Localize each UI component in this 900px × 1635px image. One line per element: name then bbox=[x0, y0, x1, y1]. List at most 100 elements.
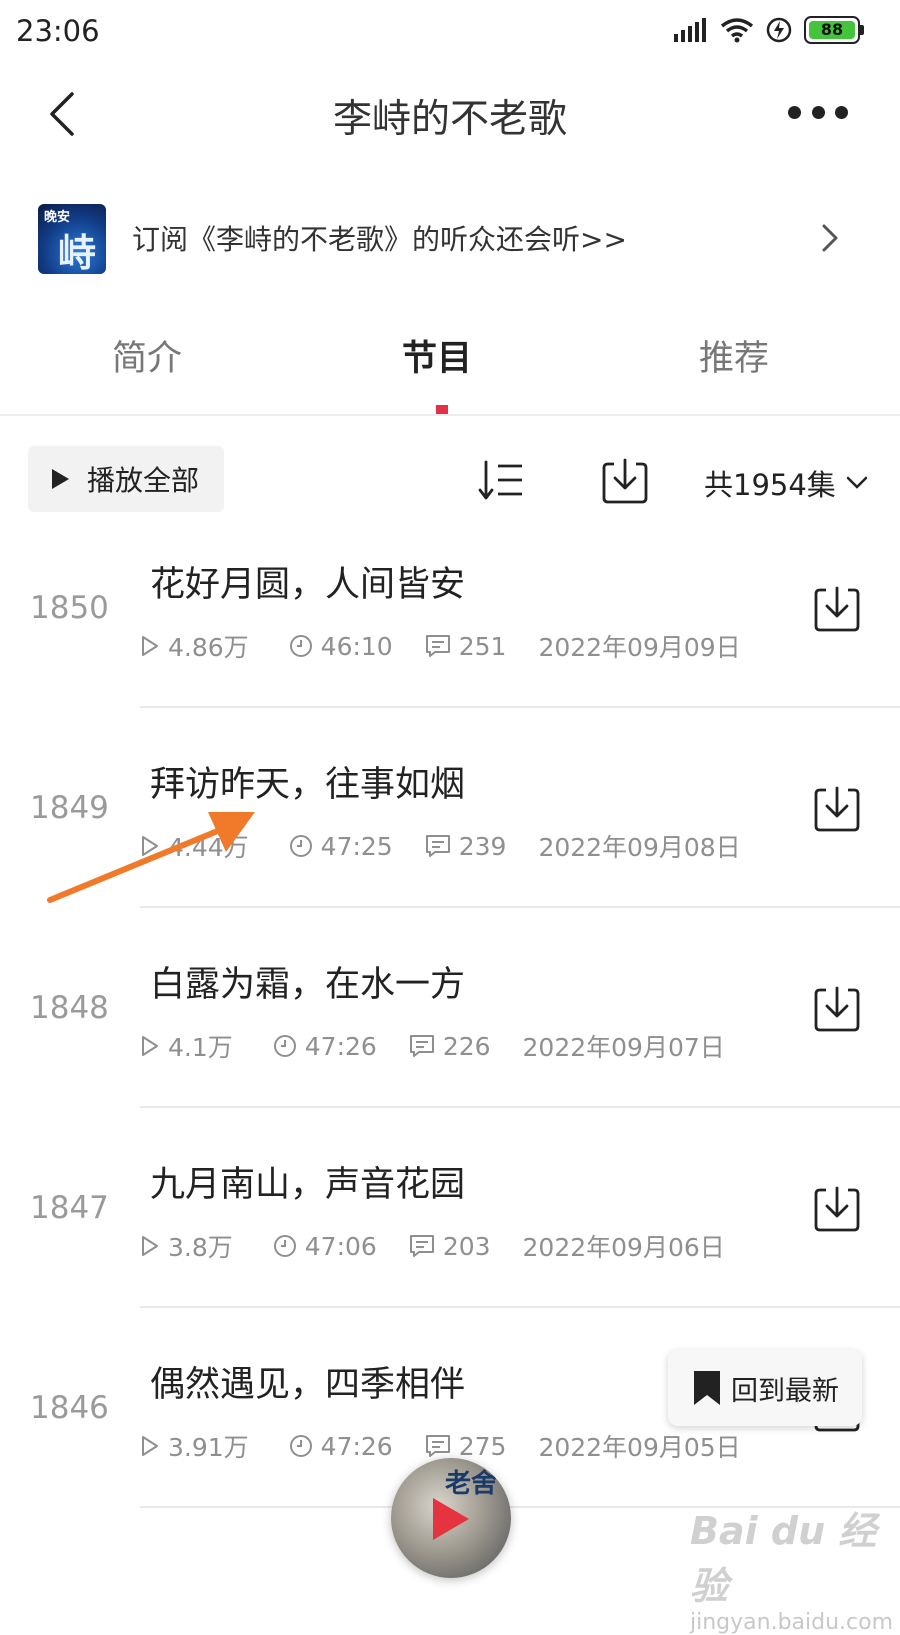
page-title: 李峙的不老歌 bbox=[332, 97, 567, 142]
comment-icon bbox=[425, 1435, 450, 1457]
play-count-icon bbox=[142, 1436, 158, 1456]
play-icon bbox=[433, 1498, 469, 1540]
download-icon bbox=[814, 986, 860, 1032]
episode-download-button[interactable] bbox=[812, 784, 862, 834]
episode-row[interactable]: 1848 白露为霜，在水一方 4.1万 47:26 226 2022年09月07日 bbox=[0, 908, 900, 1108]
tab-active-indicator bbox=[436, 405, 448, 414]
more-dot-icon bbox=[788, 105, 801, 119]
comment-count: 203 bbox=[409, 1232, 491, 1261]
publish-date: 2022年09月09日 bbox=[538, 633, 741, 662]
episode-meta: 3.8万 47:06 203 2022年09月06日 bbox=[140, 1228, 725, 1264]
tab-divider bbox=[0, 414, 900, 416]
recommend-text: 订阅《李峙的不老歌》的听众还会听>> bbox=[132, 223, 627, 256]
episode-title[interactable]: 拜访昨天，往事如烟 bbox=[150, 756, 465, 807]
tab-episodes[interactable]: 节目 bbox=[402, 330, 472, 381]
comment-icon bbox=[425, 635, 450, 657]
download-icon bbox=[814, 1186, 860, 1232]
episode-download-button[interactable] bbox=[812, 984, 862, 1034]
download-icon bbox=[814, 786, 860, 832]
play-count: 4.44万 bbox=[140, 828, 249, 864]
clock-icon bbox=[273, 1035, 296, 1057]
status-icons: 88 bbox=[674, 12, 864, 48]
episode-number: 1846 bbox=[30, 1390, 109, 1426]
recommend-cover-image: 晚安 峙 bbox=[38, 204, 106, 274]
mini-player[interactable]: 老舍 bbox=[391, 1458, 511, 1578]
play-count-icon bbox=[142, 1036, 158, 1056]
more-dot-icon bbox=[835, 105, 848, 119]
episode-number: 1848 bbox=[30, 990, 109, 1026]
episode-number: 1850 bbox=[30, 590, 109, 626]
play-count: 3.8万 bbox=[140, 1228, 233, 1264]
signal-icon bbox=[674, 18, 706, 42]
episode-download-button[interactable] bbox=[812, 1184, 862, 1234]
comment-count: 226 bbox=[409, 1032, 491, 1061]
episode-title[interactable]: 偶然遇见，四季相伴 bbox=[150, 1356, 465, 1407]
duration: 47:26 bbox=[289, 1432, 393, 1461]
publish-date: 2022年09月08日 bbox=[538, 833, 741, 862]
publish-date: 2022年09月06日 bbox=[522, 1233, 725, 1262]
cover-big-text: 峙 bbox=[58, 231, 97, 274]
back-to-latest-label: 回到最新 bbox=[731, 1375, 839, 1407]
chevron-down-icon bbox=[846, 476, 868, 489]
status-time: 23:06 bbox=[16, 14, 100, 48]
batch-download-button[interactable] bbox=[600, 456, 650, 506]
episode-row[interactable]: 1850 花好月圆，人间皆安 4.86万 46:10 251 2022年09月09日 bbox=[0, 508, 900, 708]
episode-row[interactable]: 1847 九月南山，声音花园 3.8万 47:06 203 2022年09月06日 bbox=[0, 1108, 900, 1308]
play-all-label: 播放全部 bbox=[87, 464, 200, 497]
chevron-right-icon bbox=[822, 224, 838, 252]
play-count-icon bbox=[142, 836, 158, 856]
recommend-banner[interactable]: 晚安 峙 订阅《李峙的不老歌》的听众还会听>> bbox=[0, 196, 900, 284]
publish-date: 2022年09月05日 bbox=[538, 1433, 741, 1462]
episode-count-dropdown[interactable]: 共1954集 bbox=[704, 462, 868, 504]
sort-button[interactable] bbox=[478, 458, 528, 504]
sort-order-icon bbox=[478, 460, 522, 500]
back-to-latest-button[interactable]: 回到最新 bbox=[668, 1350, 862, 1426]
duration: 47:06 bbox=[273, 1232, 377, 1261]
watermark-url: jingyan.baidu.com bbox=[690, 1610, 894, 1635]
episode-meta: 4.44万 47:25 239 2022年09月08日 bbox=[140, 828, 741, 864]
clock-icon bbox=[289, 635, 312, 657]
more-dot-icon bbox=[811, 105, 825, 119]
duration: 47:25 bbox=[289, 832, 393, 861]
status-bar: 23:06 88 bbox=[0, 0, 900, 62]
episode-number: 1849 bbox=[30, 790, 109, 826]
comment-icon bbox=[425, 835, 450, 857]
play-count: 3.91万 bbox=[140, 1428, 249, 1464]
mini-player-cover-text: 老舍 bbox=[444, 1469, 497, 1499]
play-count: 4.1万 bbox=[140, 1028, 233, 1064]
play-icon bbox=[52, 469, 69, 489]
episode-title[interactable]: 花好月圆，人间皆安 bbox=[150, 556, 465, 607]
download-icon bbox=[814, 586, 860, 632]
clock-icon bbox=[289, 835, 312, 857]
more-button[interactable] bbox=[788, 100, 848, 124]
comment-count: 239 bbox=[425, 832, 506, 861]
battery-icon: 88 bbox=[804, 16, 864, 44]
episode-title[interactable]: 白露为霜，在水一方 bbox=[150, 956, 465, 1007]
charging-icon bbox=[766, 17, 792, 43]
tab-intro[interactable]: 简介 bbox=[112, 330, 182, 381]
episode-download-button[interactable] bbox=[812, 584, 862, 634]
wifi-icon bbox=[720, 18, 754, 43]
comment-count: 275 bbox=[425, 1432, 506, 1461]
play-all-button[interactable]: 播放全部 bbox=[28, 446, 224, 512]
duration: 47:26 bbox=[273, 1032, 377, 1061]
episode-meta: 4.1万 47:26 226 2022年09月07日 bbox=[140, 1028, 725, 1064]
clock-icon bbox=[289, 1435, 312, 1457]
episode-meta: 4.86万 46:10 251 2022年09月09日 bbox=[140, 628, 741, 664]
comment-count: 251 bbox=[425, 632, 506, 661]
watermark-logo: Bai du 经验 bbox=[690, 1509, 877, 1608]
bookmark-icon bbox=[694, 1371, 720, 1405]
comment-icon bbox=[409, 1235, 434, 1257]
play-count: 4.86万 bbox=[140, 628, 249, 664]
episode-title[interactable]: 九月南山，声音花园 bbox=[150, 1156, 465, 1207]
tab-recommend[interactable]: 推荐 bbox=[699, 330, 769, 381]
comment-icon bbox=[409, 1035, 434, 1057]
episode-row[interactable]: 1849 拜访昨天，往事如烟 4.44万 47:25 239 2022年09月08日 bbox=[0, 708, 900, 908]
watermark: Bai du 经验 jingyan.baidu.com bbox=[690, 1500, 900, 1635]
publish-date: 2022年09月07日 bbox=[522, 1033, 725, 1062]
play-count-icon bbox=[142, 1236, 158, 1256]
clock-icon bbox=[273, 1235, 296, 1257]
duration: 46:10 bbox=[289, 632, 393, 661]
episode-count-label: 共1954集 bbox=[704, 468, 836, 502]
battery-level: 88 bbox=[809, 21, 855, 39]
